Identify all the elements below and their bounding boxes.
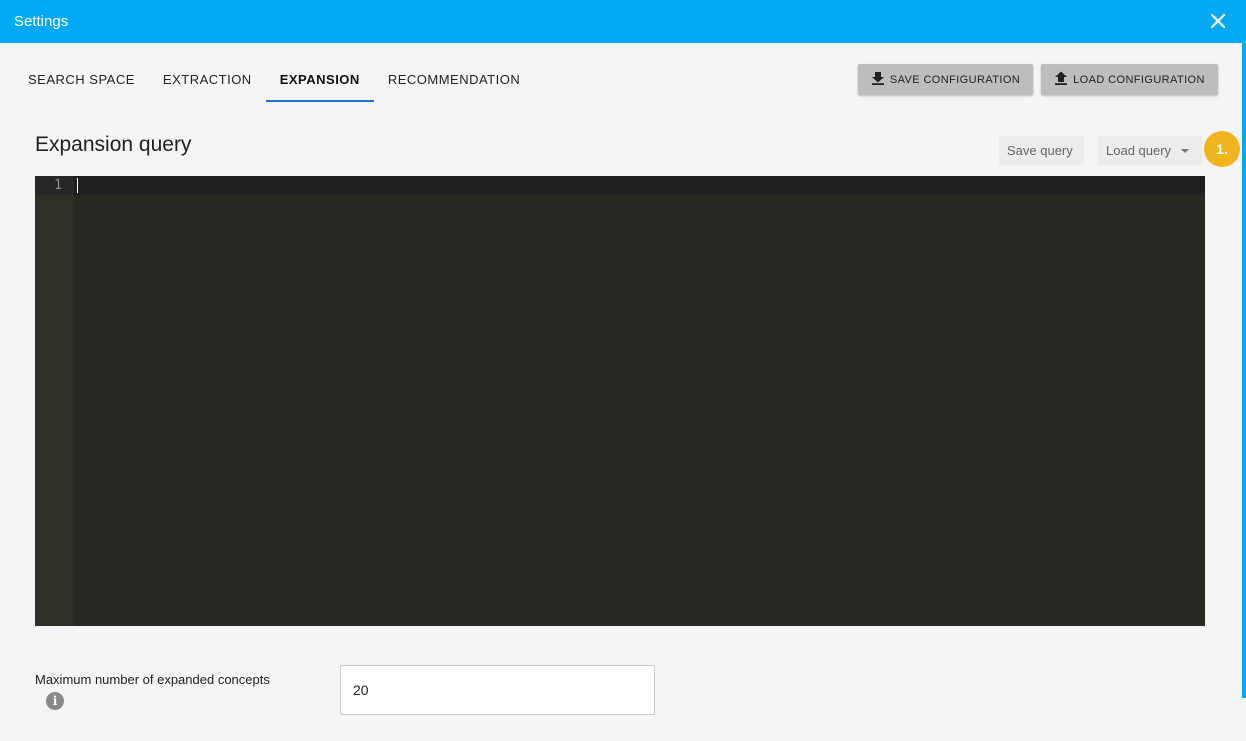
close-icon[interactable] xyxy=(1208,11,1228,31)
save-configuration-button[interactable]: SAVE CONFIGURATION xyxy=(858,64,1033,95)
save-configuration-label: SAVE CONFIGURATION xyxy=(889,73,1021,86)
tab-recommendation[interactable]: RECOMMENDATION xyxy=(374,58,534,102)
active-line-highlight xyxy=(74,176,1205,195)
save-query-button[interactable]: Save query xyxy=(999,136,1084,165)
tab-search-space[interactable]: SEARCH SPACE xyxy=(14,58,149,102)
step-badge: 1. xyxy=(1204,131,1240,167)
download-icon xyxy=(871,71,885,88)
tab-extraction[interactable]: EXTRACTION xyxy=(149,58,266,102)
query-editor[interactable]: 1 xyxy=(35,176,1205,626)
tab-bar: SEARCH SPACE EXTRACTION EXPANSION RECOMM… xyxy=(14,58,534,102)
line-number: 1 xyxy=(35,176,74,195)
load-configuration-label: LOAD CONFIGURATION xyxy=(1073,73,1205,86)
upload-icon xyxy=(1054,71,1068,88)
max-concepts-label: Maximum number of expanded concepts xyxy=(35,672,270,687)
scrollbar[interactable] xyxy=(1242,43,1246,698)
max-concepts-input[interactable] xyxy=(340,665,655,715)
window-title: Settings xyxy=(14,13,69,30)
text-cursor xyxy=(77,178,78,193)
info-icon[interactable]: i xyxy=(46,692,64,710)
page-title: Expansion query xyxy=(35,133,192,156)
title-bar: Settings xyxy=(0,0,1246,43)
caret-down-icon xyxy=(1181,148,1190,153)
load-query-label: Load query xyxy=(1106,143,1172,158)
editor-gutter xyxy=(35,176,74,626)
load-configuration-button[interactable]: LOAD CONFIGURATION xyxy=(1041,64,1218,95)
tab-expansion[interactable]: EXPANSION xyxy=(265,58,374,102)
load-query-dropdown[interactable]: Load query xyxy=(1098,136,1202,165)
